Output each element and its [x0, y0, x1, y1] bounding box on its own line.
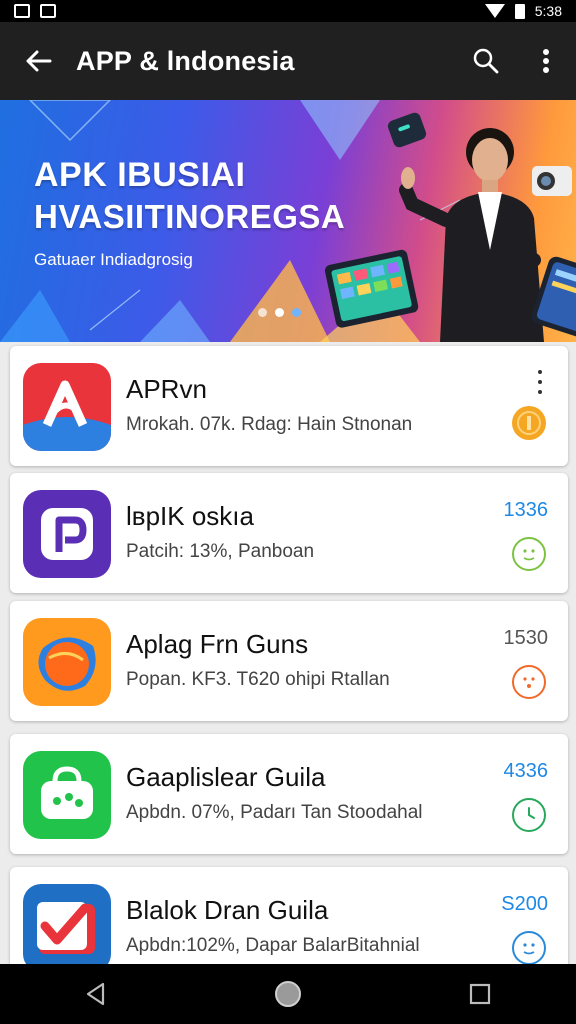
green-bag-icon: [23, 751, 111, 839]
app-meta: Apbdn:102%, Dapar BalarBitahnial: [126, 935, 420, 956]
blue-check-icon: [23, 884, 111, 972]
recents-icon: [469, 983, 491, 1005]
nav-recents-button[interactable]: [450, 964, 510, 1024]
system-nav-bar: [0, 964, 576, 1024]
search-icon: [473, 48, 499, 74]
carousel-indicator: [258, 308, 301, 317]
app-list-item[interactable]: lвpIK oskıa Patcih: 13%, Panboan 1336: [10, 473, 568, 593]
promo-banner[interactable]: APK IBUSIAI HVASIITINOREGSA Gatuaer Indi…: [0, 100, 576, 342]
app-name: lвpIK oskıa: [126, 501, 254, 531]
app-count: 1336: [503, 499, 549, 521]
app-name: Aplag Frn Guns: [126, 629, 309, 659]
orange-face-icon: [512, 665, 546, 699]
purple-p-icon: [23, 490, 111, 578]
battery-icon: [514, 3, 525, 19]
app-meta: Popan. KF3. T620 ohipi Rtallan: [126, 669, 390, 690]
banner-headline-2: HVASIITINOREGSA: [34, 198, 346, 235]
app-meta: Patcih: 13%, Panboan: [126, 541, 315, 562]
app-list-item[interactable]: Gaaplislear Guila Apbdn. 07%, Padarı Tan…: [10, 734, 568, 854]
more-vert-icon: [543, 49, 549, 73]
carousel-dot-1[interactable]: [258, 308, 267, 317]
green-clock-icon: [512, 798, 546, 832]
overflow-menu-button[interactable]: [516, 22, 576, 100]
back-button[interactable]: [0, 22, 76, 100]
back-icon: [86, 982, 105, 1006]
red-a-icon: [23, 363, 111, 451]
blue-face-icon: [512, 931, 546, 965]
app-count: S200: [501, 893, 548, 915]
status-bar: 5:38: [0, 0, 576, 22]
app-name: Blalok Dran Guila: [126, 895, 329, 925]
status-time: 5:38: [534, 3, 562, 19]
coin-icon: [512, 406, 546, 440]
app-count: 4336: [503, 760, 549, 782]
status-right: 5:38: [484, 3, 562, 19]
search-button[interactable]: [456, 22, 516, 100]
top-app-bar: APP & lndonesia: [0, 22, 576, 100]
app-name: Gaaplislear Guila: [126, 762, 326, 792]
image-notification-icon: [40, 4, 56, 18]
arrow-left-icon: [26, 50, 52, 72]
carousel-dot-3[interactable]: [292, 308, 301, 317]
wifi-icon: [484, 4, 505, 18]
status-left: [14, 4, 56, 18]
nav-home-button[interactable]: [258, 964, 318, 1024]
app-list-item[interactable]: Aplag Frn Guns Popan. KF3. T620 ohipi Rt…: [10, 601, 568, 721]
green-face-icon: [512, 537, 546, 571]
nav-back-button[interactable]: [66, 964, 126, 1024]
page-title: APP & lndonesia: [76, 45, 295, 76]
app-list-item[interactable]: APRvn Mrokah. 07k. Rdag: Hain Stnonan: [10, 346, 568, 466]
orange-blob-icon: [23, 618, 111, 706]
app-count: 1530: [503, 627, 549, 649]
carousel-dot-2[interactable]: [275, 308, 284, 317]
banner-headline: APK IBUSIAI: [34, 156, 246, 194]
notification-icon: [14, 4, 30, 18]
app-meta: Mrokah. 07k. Rdag: Hain Stnonan: [126, 414, 413, 435]
item-menu-button[interactable]: [530, 370, 550, 394]
app-name: APRvn: [126, 374, 207, 404]
app-meta: Apbdn. 07%, Padarı Tan Stoodahal: [126, 802, 423, 823]
banner-subtitle: Gatuaer Indiadgrosig: [34, 250, 193, 269]
home-icon: [275, 981, 301, 1007]
app-screen: 5:38 APP & lndonesia APK IBUSIAI HVASIIT…: [0, 0, 576, 1024]
